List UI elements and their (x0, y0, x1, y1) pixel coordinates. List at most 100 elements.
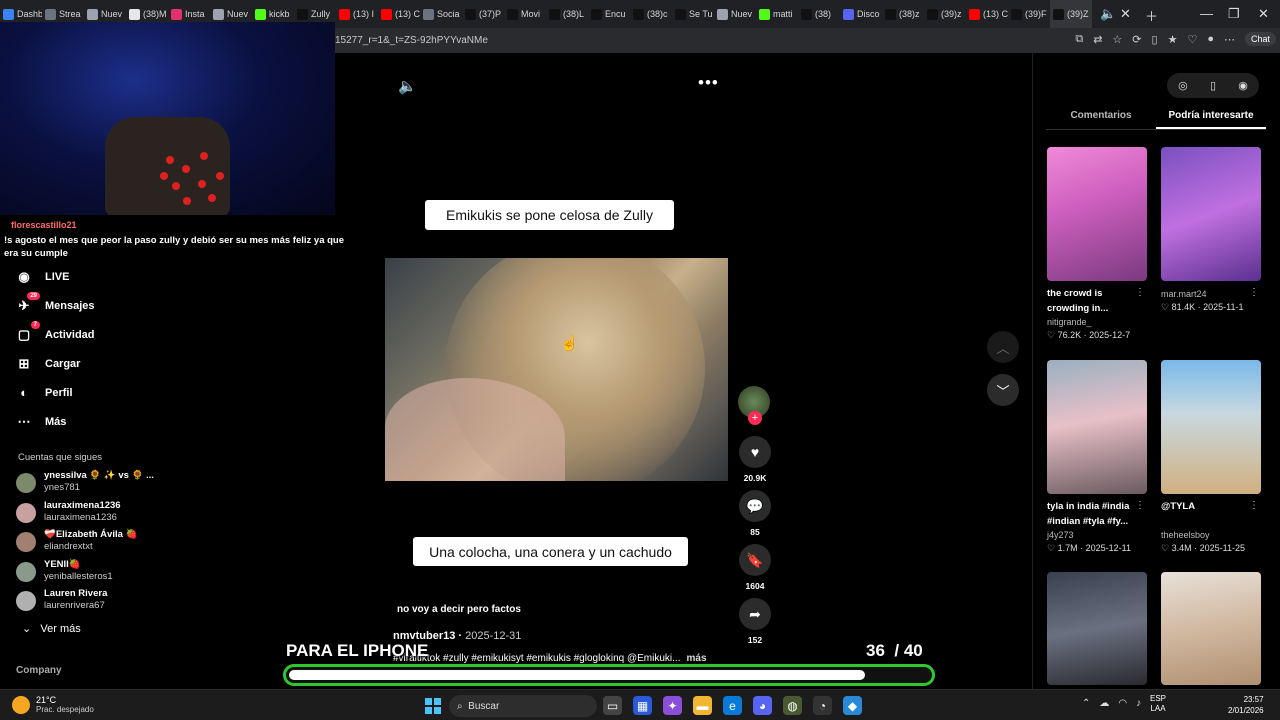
sidebar-item-más[interactable]: ⋯ Más (14, 407, 184, 436)
store-icon[interactable]: ▦ (633, 696, 652, 715)
video-hashtags[interactable]: #viraltiktok #zully #emikukisyt #emikuki… (393, 653, 707, 664)
profile-avatar-icon[interactable]: ● (1207, 33, 1214, 45)
favorites-icon[interactable]: ★ (1168, 33, 1178, 46)
phone-icon[interactable]: ▯ (1210, 79, 1216, 92)
recommended-video-card[interactable] (1047, 572, 1147, 685)
browser-tab[interactable]: (13) C (966, 0, 1008, 28)
obs-icon[interactable]: ◔ (813, 696, 832, 715)
sidebar-item-mensajes[interactable]: ✈ 29 Mensajes (14, 291, 184, 320)
video-thumbnail[interactable] (1161, 360, 1261, 494)
browser-tab[interactable]: (39)z (924, 0, 966, 28)
video-thumbnail[interactable] (1047, 572, 1147, 685)
browser-tab[interactable]: matti (756, 0, 798, 28)
windows-start-icon[interactable] (425, 698, 441, 714)
browser-tab[interactable]: (38) (798, 0, 840, 28)
mic-icon[interactable]: ♪ (1136, 698, 1141, 709)
wifi-icon[interactable]: ◠ (1118, 698, 1127, 709)
taskbar-clock[interactable]: 23:57 2/01/2026 (1228, 694, 1264, 716)
recommended-video-card[interactable] (1161, 572, 1261, 685)
video-thumbnail[interactable] (1047, 147, 1147, 281)
chevron-up-icon[interactable]: ⌃ (1082, 698, 1090, 709)
browser-tab[interactable]: (37)P (462, 0, 504, 28)
share-button[interactable]: ➦ (739, 598, 771, 630)
recommended-video-card[interactable]: @TYLA theheelsboy ♡ 3.4M · 2025-11-25 ⋮ (1161, 360, 1261, 555)
card-options-icon[interactable]: ⋮ (1135, 287, 1145, 298)
like-button[interactable]: ♥ (739, 436, 771, 468)
bookmark-star-icon[interactable]: ☆ (1112, 33, 1122, 46)
recommended-video-card[interactable]: mar.mart24 ♡ 81.4K · 2025-11-1 ⋮ (1161, 147, 1261, 314)
creator-avatar[interactable]: + (738, 386, 770, 425)
previous-video-button[interactable]: ︿ (987, 331, 1019, 363)
url-text[interactable]: 15277_r=1&_t=ZS-92hPYYvaNMe (335, 35, 488, 46)
browser-tab[interactable]: Socia (420, 0, 462, 28)
game-app-icon[interactable]: ◍ (783, 696, 802, 715)
cloud-icon[interactable]: ☁ (1099, 698, 1109, 709)
browser-tab[interactable]: (38)c (630, 0, 672, 28)
company-link[interactable]: Company (16, 665, 62, 676)
browser-tab[interactable]: (39)Z (1050, 0, 1092, 28)
translate-icon[interactable]: ⇄ (1093, 33, 1102, 46)
discord-icon[interactable]: ◕ (753, 696, 772, 715)
browser-tab[interactable]: Nuev (714, 0, 756, 28)
video-thumbnail[interactable] (1047, 360, 1147, 494)
browser-tab[interactable]: Encu (588, 0, 630, 28)
video-player[interactable] (385, 258, 728, 481)
sidebar-item-cargar[interactable]: ⊞ Cargar (14, 349, 184, 378)
follow-plus-icon[interactable]: + (748, 411, 762, 425)
sidebar-item-perfil[interactable]: ◐ Perfil (14, 378, 184, 407)
tab-recommended[interactable]: Podría interesarte (1156, 106, 1266, 129)
recommended-video-card[interactable]: the crowd is crowding in... nitigrande_ ♡ … (1047, 147, 1147, 342)
card-options-icon[interactable]: ⋮ (1249, 500, 1259, 511)
browser-tab[interactable]: (13) C (378, 0, 420, 28)
browser-tab[interactable]: Se Tu (672, 0, 714, 28)
video-thumbnail[interactable] (1161, 147, 1261, 281)
save-button[interactable]: 🔖 (739, 544, 771, 576)
sidebar-item-live[interactable]: ◉ LIVE (14, 262, 184, 291)
following-item[interactable]: ❤️‍🩹Elizabeth Ávila 🍓 eliandrextxt (16, 529, 186, 559)
next-video-button[interactable]: ﹀ (987, 374, 1019, 406)
taskbar-search[interactable]: ⌕ Buscar (449, 695, 597, 717)
close-window-button[interactable]: ✕ (1258, 6, 1269, 22)
volume-icon[interactable]: 🔈 (398, 77, 417, 95)
user-avatar-icon[interactable]: ◉ (1238, 79, 1248, 92)
language-indicator[interactable]: ESP LAA (1150, 694, 1166, 714)
sidebar-item-actividad[interactable]: ▢ 7 Actividad (14, 320, 184, 349)
card-options-icon[interactable]: ⋮ (1135, 500, 1145, 511)
recommended-video-card[interactable]: tyla in india #india #indian #tyla #fy..… (1047, 360, 1147, 555)
maximize-button[interactable]: ❐ (1228, 6, 1240, 22)
open-in-icon[interactable]: ⧉ (1075, 33, 1083, 46)
following-item[interactable]: lauraximena1236 lauraximena1236 (16, 500, 186, 530)
card-options-icon[interactable]: ⋮ (1249, 287, 1259, 298)
comment-button[interactable]: 💬 (739, 490, 771, 522)
task-view-icon[interactable]: ▭ (603, 696, 622, 715)
compass-icon[interactable]: ◎ (1178, 79, 1188, 92)
refresh-icon[interactable]: ⟳ (1132, 33, 1141, 46)
browser-tab[interactable]: Movi (504, 0, 546, 28)
extensions-icon[interactable]: ♡ (1187, 33, 1197, 46)
menu-dots-icon[interactable]: ⋯ (1224, 33, 1235, 46)
more-text-link[interactable]: más (686, 653, 706, 664)
following-item[interactable]: YENII🍓 yeniballesteros1 (16, 559, 186, 589)
file-explorer-icon[interactable]: ▬ (693, 696, 712, 715)
split-icon[interactable]: ▯ (1152, 33, 1158, 46)
copilot-chat-button[interactable]: Chat (1244, 32, 1276, 46)
new-tab-button[interactable]: ＋ (1145, 6, 1158, 25)
speaker-icon[interactable]: 🔈 (1100, 6, 1116, 22)
following-item[interactable]: Lauren Rivera laurenrivera67 (16, 588, 186, 618)
browser-tab[interactable]: (38)L (546, 0, 588, 28)
minimize-button[interactable]: — (1200, 6, 1213, 21)
following-item[interactable]: ynessilva 🌻 ✨ vs 🌻 ... ynes781 (16, 470, 186, 500)
tab-comments[interactable]: Comentarios (1046, 106, 1156, 129)
weather-widget[interactable]: 21°C Prac. despejado (12, 695, 94, 714)
app-icon[interactable]: ◆ (843, 696, 862, 715)
see-more-link[interactable]: ⌄ Ver más (22, 622, 81, 635)
browser-tab[interactable]: (38)z (882, 0, 924, 28)
video-thumbnail[interactable] (1161, 572, 1261, 685)
browser-tab[interactable]: Disco (840, 0, 882, 28)
close-tab-icon[interactable]: ✕ (1120, 6, 1131, 22)
browser-tab[interactable]: (13) I (336, 0, 378, 28)
browser-tab[interactable]: (39)F (1008, 0, 1050, 28)
copilot-icon[interactable]: ✦ (663, 696, 682, 715)
edge-icon[interactable]: e (723, 696, 742, 715)
more-options-icon[interactable]: ••• (698, 73, 719, 93)
